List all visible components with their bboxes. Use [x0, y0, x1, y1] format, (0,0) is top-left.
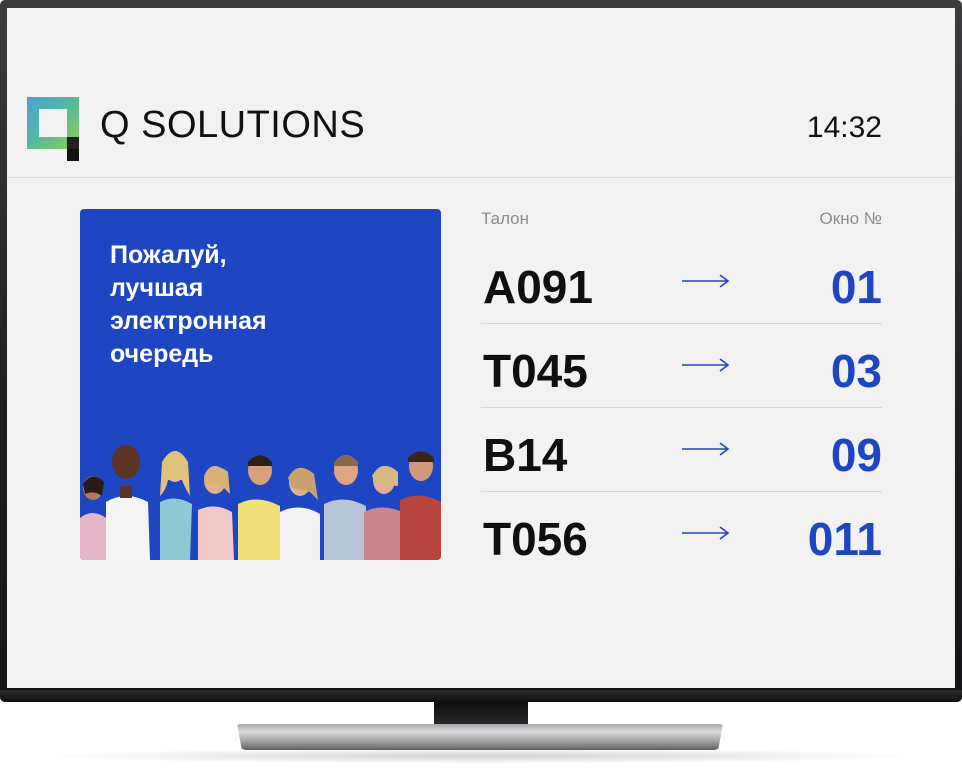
people-in-queue-photo	[80, 445, 441, 560]
promo-headline: Пожалуй, лучшая электронная очередь	[110, 239, 410, 371]
ticket-number: T045	[483, 345, 588, 397]
window-number: 03	[830, 345, 882, 397]
brand-name: Q SOLUTIONS	[100, 104, 366, 146]
right-arrow-icon	[682, 526, 730, 540]
ticket-column-header: Талон	[481, 209, 530, 228]
logo-inner-cutout	[39, 109, 67, 137]
tv-bottom-edge	[0, 690, 962, 702]
q-solutions-logo-icon	[27, 97, 81, 165]
promo-line: электронная	[110, 307, 267, 335]
promo-banner: Пожалуй, лучшая электронная очередь	[80, 209, 441, 560]
window-number: 01	[830, 261, 882, 313]
person-figure	[324, 455, 366, 560]
person-figure	[364, 465, 406, 560]
queue-row: B14 09	[481, 408, 882, 492]
ticket-number: T056	[483, 513, 588, 565]
right-arrow-icon	[682, 274, 730, 288]
promo-line: лучшая	[110, 274, 204, 302]
person-figure	[400, 451, 441, 560]
tv-stand-base	[237, 724, 723, 750]
ticket-number: A091	[483, 261, 593, 313]
person-figure	[198, 466, 234, 560]
queue-row: A091 01	[481, 240, 882, 324]
tv-stand-neck	[434, 702, 528, 726]
stand-shadow	[40, 748, 922, 764]
window-column-header: Окно №	[819, 209, 882, 228]
logo-pixel	[67, 137, 79, 149]
queue-row: T056 011	[481, 492, 882, 576]
person-figure	[160, 451, 192, 560]
queue-row: T045 03	[481, 324, 882, 408]
window-number: 09	[830, 429, 882, 481]
promo-line: очередь	[110, 340, 214, 368]
promo-line: Пожалуй,	[110, 241, 227, 269]
right-arrow-icon	[682, 358, 730, 372]
person-figure	[106, 445, 150, 560]
person-figure	[80, 476, 108, 560]
window-number: 011	[807, 513, 882, 565]
clock-time: 14:32	[806, 111, 882, 144]
person-figure	[280, 467, 320, 560]
tv-screen: Q SOLUTIONS 14:32 Пожалуй, лучшая электр…	[7, 8, 955, 688]
logo-pixel	[67, 149, 79, 161]
right-arrow-icon	[682, 442, 730, 456]
person-figure	[238, 455, 280, 560]
logo-pixel	[55, 149, 67, 161]
header-divider	[7, 177, 955, 178]
ticket-number: B14	[483, 429, 568, 481]
